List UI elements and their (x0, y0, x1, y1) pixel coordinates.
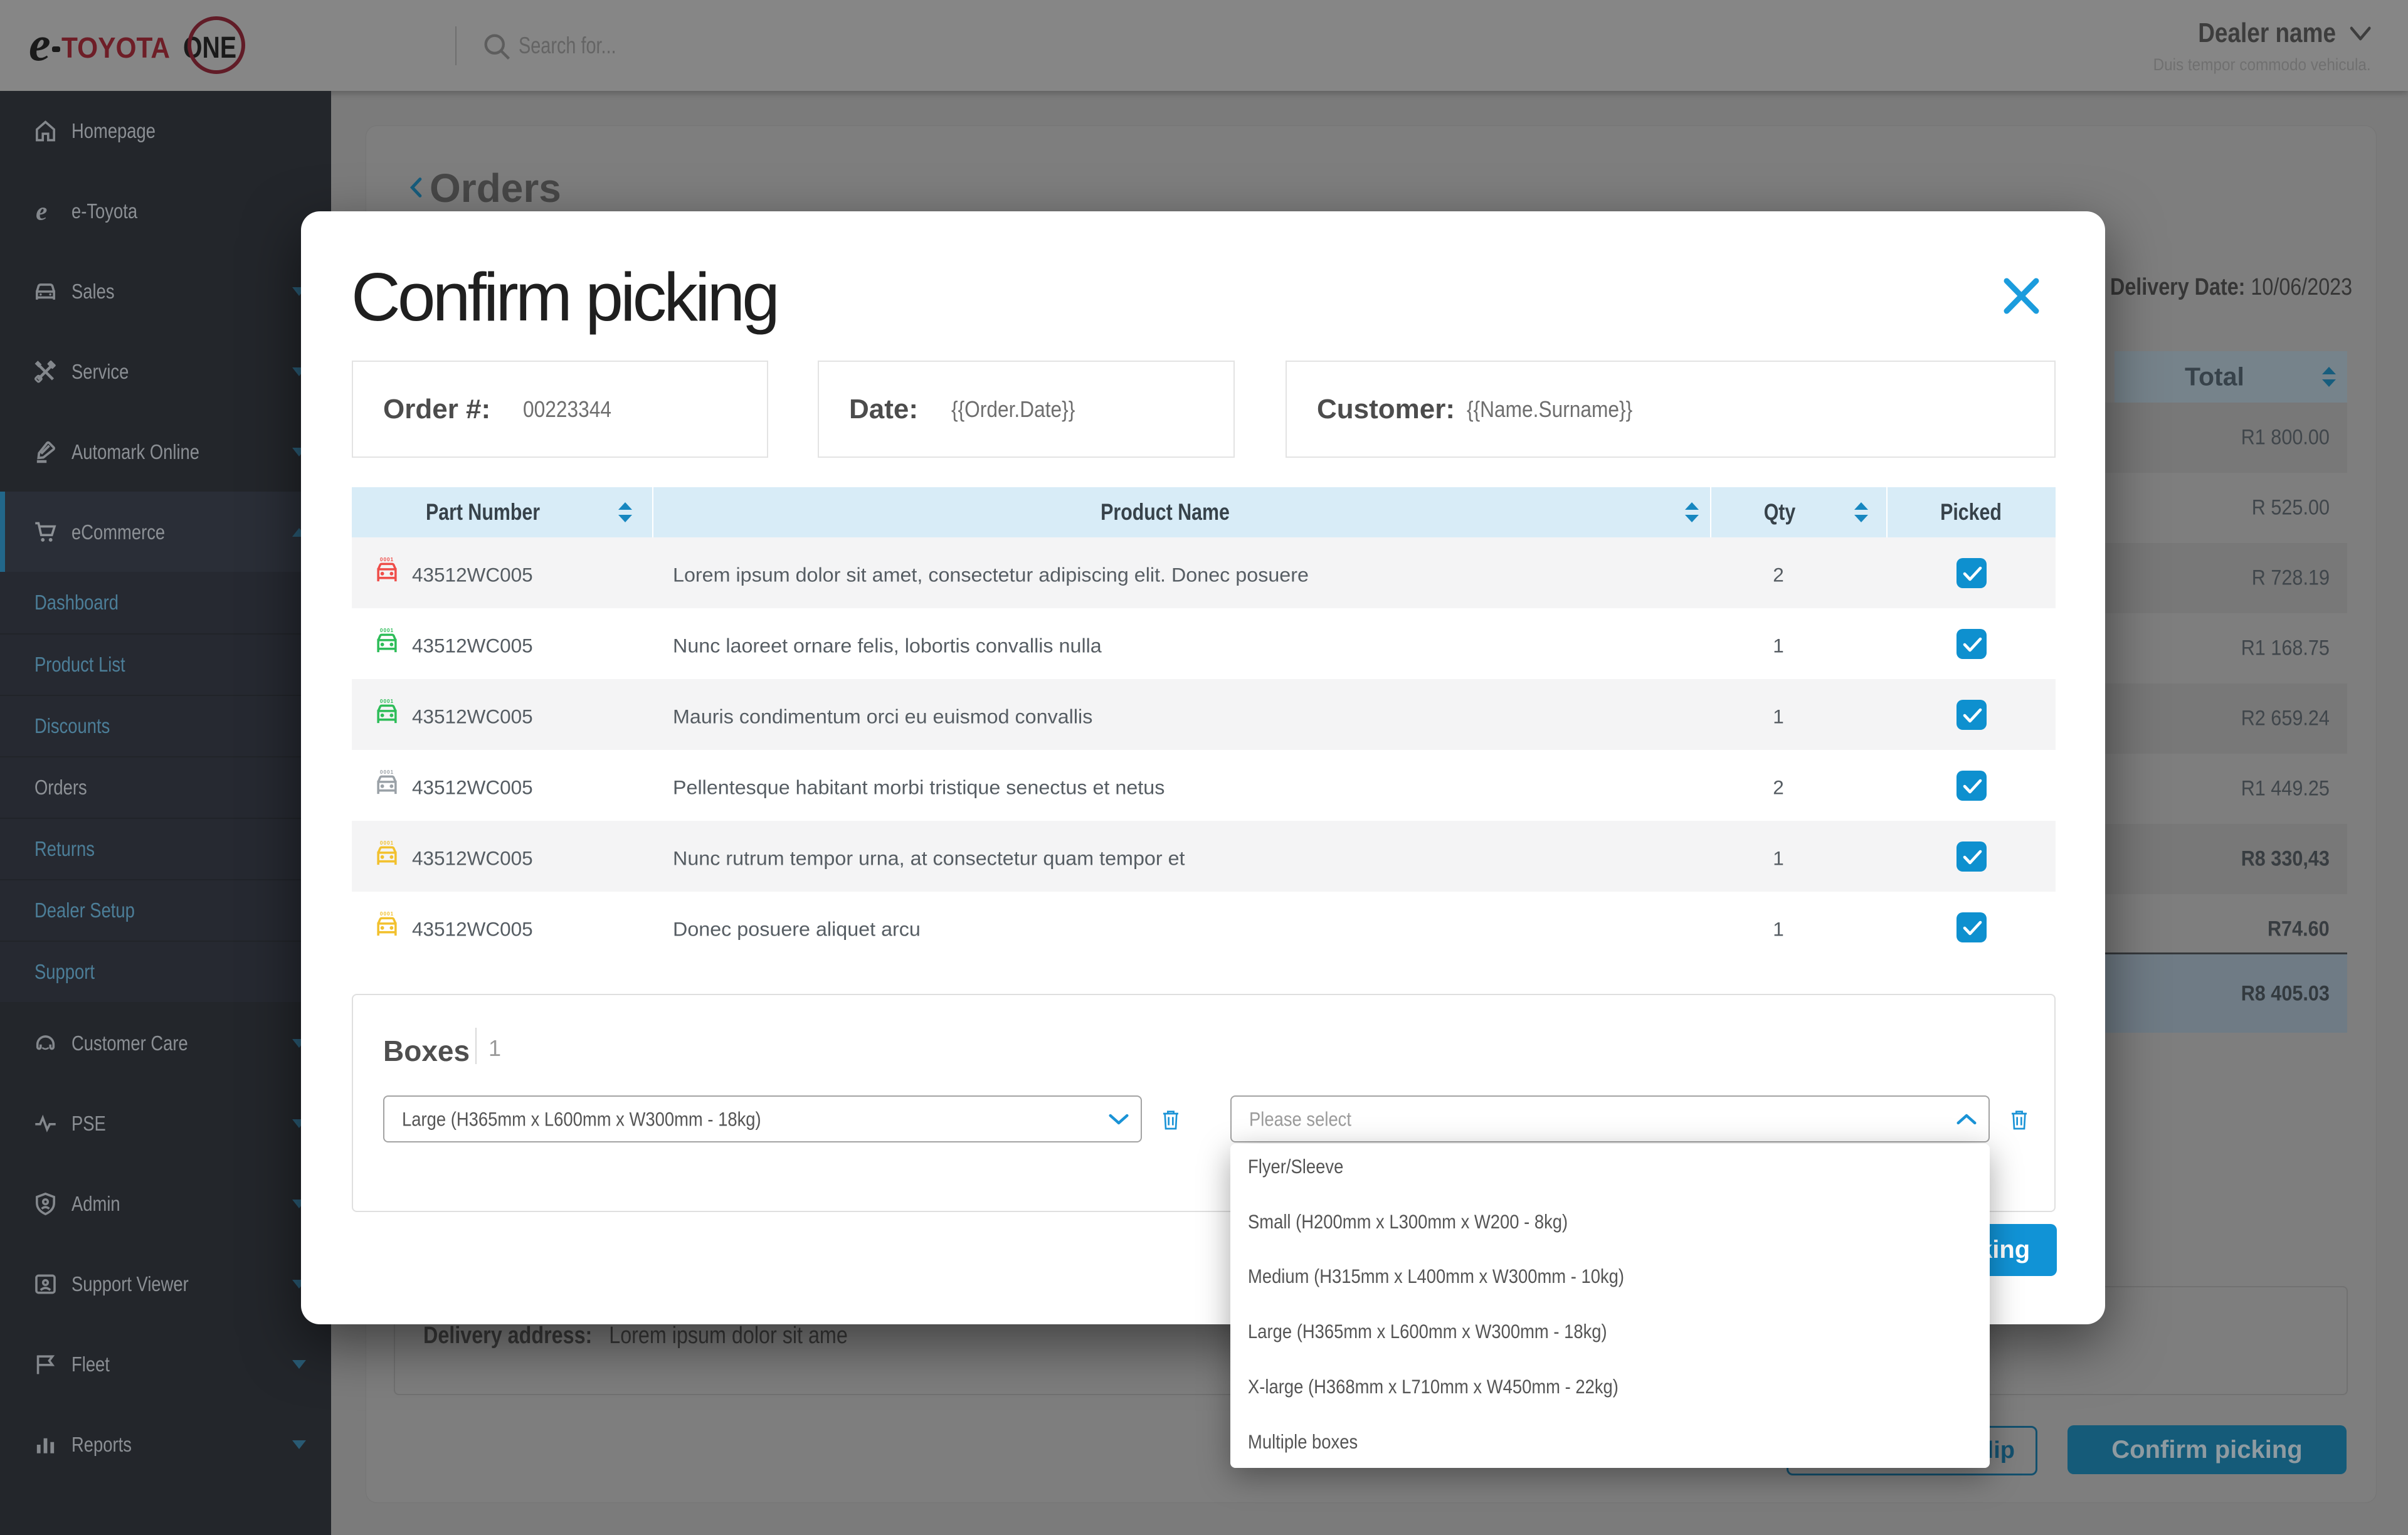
svg-text:0001: 0001 (380, 557, 394, 562)
svg-text:0001: 0001 (380, 628, 394, 633)
svg-text:e: e (36, 198, 47, 225)
svg-text:0001: 0001 (380, 770, 394, 775)
svg-text:TOYOTA: TOYOTA (61, 31, 170, 64)
svg-text:0001: 0001 (380, 912, 394, 917)
svg-text:0001: 0001 (380, 841, 394, 846)
svg-text:0001: 0001 (380, 699, 394, 704)
svg-text:e: e (29, 16, 51, 71)
